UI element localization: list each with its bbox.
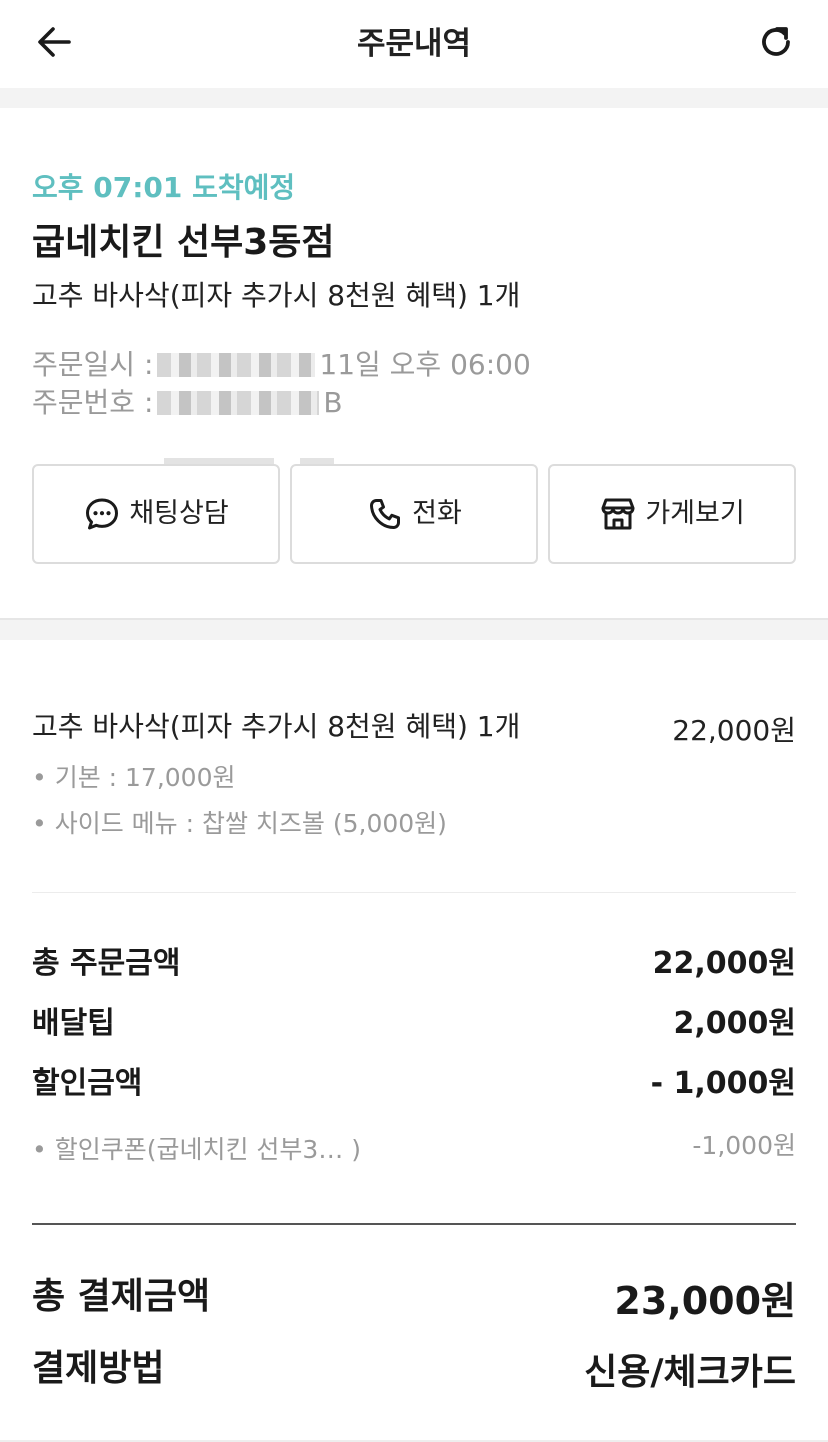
chat-consult-label: 채팅상담 (129, 498, 229, 529)
ordered-item-name: 고추 바사삭(피자 추가시 8천원 혜택) 1개 (32, 710, 521, 743)
divider (32, 892, 796, 893)
item-option: • 기본 : 17,000원 (32, 763, 236, 792)
store-icon (599, 495, 637, 533)
redacted-mask (157, 391, 320, 415)
order-summary-card: 오후 07:01 도착예정 굽네치킨 선부3동점 고추 바사삭(피자 추가시 8… (0, 108, 828, 618)
refresh-button[interactable] (752, 22, 800, 66)
order-number-value: B (323, 386, 343, 419)
delivery-tip-label: 배달팁 (32, 1006, 115, 1041)
page-title: 주문내역 (356, 26, 472, 62)
arrival-eta: 오후 07:01 도착예정 (32, 171, 296, 204)
order-total-label: 총 주문금액 (32, 946, 181, 981)
payment-detail-section: 고추 바사삭(피자 추가시 8천원 혜택) 1개 22,000원 • 기본 : … (0, 640, 828, 1442)
item-option: • 사이드 메뉴 : 찹쌀 치즈볼 (5,000원) (32, 809, 447, 838)
coupon-label: • 할인쿠폰(굽네치킨 선부3… ) (32, 1135, 361, 1164)
chat-bubble-icon (83, 495, 121, 533)
view-store-button[interactable]: 가게보기 (548, 464, 796, 564)
payment-method-label: 결제방법 (32, 1348, 165, 1389)
redacted-mask (157, 353, 316, 377)
chat-consult-button[interactable]: 채팅상담 (32, 464, 280, 564)
menu-summary: 고추 바사삭(피자 추가시 8천원 혜택) 1개 (32, 279, 521, 312)
order-total-value: 22,000원 (652, 946, 796, 981)
payment-total-label: 총 결제금액 (32, 1276, 211, 1317)
refresh-icon (757, 23, 795, 65)
call-button[interactable]: 전화 (290, 464, 538, 564)
divider (32, 1223, 796, 1225)
phone-icon (366, 495, 404, 533)
order-date-label: 주문일시 : (32, 348, 154, 381)
discount-value: - 1,000원 (650, 1066, 796, 1101)
view-store-label: 가게보기 (645, 498, 745, 529)
delivery-tip-value: 2,000원 (673, 1006, 797, 1041)
section-divider (0, 618, 828, 640)
ordered-item-price: 22,000원 (672, 714, 796, 747)
call-label: 전화 (412, 498, 462, 529)
order-number-row: 주문번호 : B (32, 384, 343, 422)
order-date-row: 주문일시 : 11일 오후 06:00 (32, 346, 531, 384)
store-name: 굽네치킨 선부3동점 (32, 222, 335, 263)
order-date-value: 11일 오후 06:00 (319, 348, 531, 381)
discount-label: 할인금액 (32, 1066, 143, 1101)
section-divider (0, 88, 828, 108)
order-number-label: 주문번호 : (32, 386, 154, 419)
coupon-value: -1,000원 (692, 1131, 796, 1160)
payment-total-value: 23,000원 (614, 1279, 796, 1323)
top-bar: 주문내역 (0, 0, 828, 88)
payment-method-value: 신용/체크카드 (584, 1352, 796, 1393)
